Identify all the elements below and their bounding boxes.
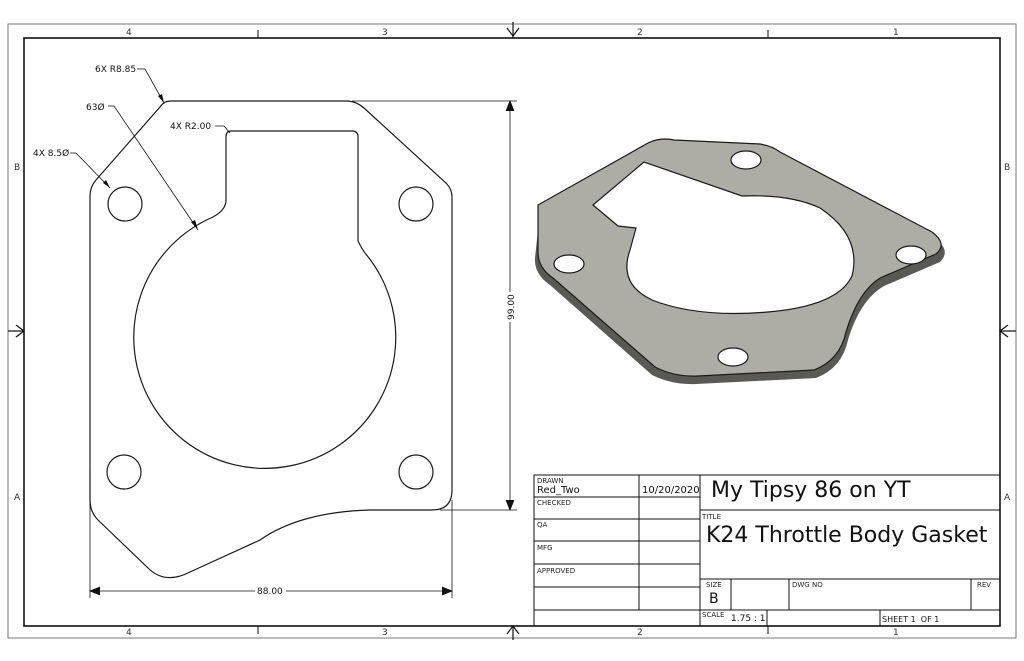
title-label: TITLE <box>702 513 721 521</box>
zone-top-1: 1 <box>893 28 899 38</box>
dwg-no-label: DWG NO <box>792 581 823 589</box>
drawn-by-value: Red_Two <box>537 485 580 496</box>
width-dimension-value: 88.00 <box>257 587 283 597</box>
width-dimension <box>88 470 454 598</box>
bolt-hole-top-left <box>107 186 143 222</box>
iso-hole-bottom <box>717 347 749 367</box>
bore-callout: 63Ø <box>86 102 105 113</box>
gasket-isometric-view <box>534 138 945 385</box>
bolt-hole-bottom-left <box>106 454 142 490</box>
bolt-hole-bottom-right <box>398 454 434 490</box>
height-dimension-value: 99.00 <box>507 294 517 320</box>
zone-bottom-1: 1 <box>893 628 899 638</box>
slot-radius-callout: 4X R2.00 <box>170 122 211 132</box>
zone-left-b: B <box>14 163 20 173</box>
rev-label: REV <box>977 581 992 589</box>
zone-bottom-2: 2 <box>637 628 643 638</box>
drawing-title: K24 Throttle Body Gasket <box>706 523 988 548</box>
scale-label: SCALE <box>702 611 725 619</box>
iso-hole-right <box>895 245 927 265</box>
gasket-outline <box>89 100 453 579</box>
size-label: SIZE <box>706 581 722 589</box>
company-name: My Tipsy 86 on YT <box>711 478 911 503</box>
approved-label: APPROVED <box>537 567 576 575</box>
bolt-hole-top-right <box>398 186 434 222</box>
zone-right-b: B <box>1004 163 1010 173</box>
iso-hole-top <box>730 150 762 170</box>
leader-lines <box>70 68 231 231</box>
drawn-label: DRAWN <box>537 477 564 485</box>
zone-bottom-3: 3 <box>382 628 388 638</box>
center-mark-right <box>999 324 1016 338</box>
size-value: B <box>709 591 719 607</box>
fillet-callout: 6X R8.85 <box>95 65 136 75</box>
scale-value: 1.75 : 1 <box>731 614 766 624</box>
sheet-count: SHEET 1 OF 1 <box>882 615 940 624</box>
zone-top-4: 4 <box>126 28 132 38</box>
zone-left-a: A <box>14 493 21 503</box>
holes-callout: 4X 8.5Ø <box>33 148 69 159</box>
drawing-sheet: 4 3 2 1 4 3 2 1 B A B A 99.00 88.00 6X R… <box>7 22 1017 640</box>
height-dimension <box>352 99 517 512</box>
bore-and-slot-outline <box>133 130 397 469</box>
zone-top-3: 3 <box>382 28 388 38</box>
zone-bottom-4: 4 <box>126 628 132 638</box>
qa-label: QA <box>537 521 548 529</box>
gasket-front-view <box>89 100 453 579</box>
zone-top-2: 2 <box>637 28 643 38</box>
center-mark-left <box>8 324 25 338</box>
checked-label: CHECKED <box>537 499 571 507</box>
zone-right-a: A <box>1004 493 1011 503</box>
iso-hole-left <box>553 254 585 274</box>
drawn-date-value: 10/20/2020 <box>642 485 700 496</box>
mfg-label: MFG <box>537 544 553 552</box>
